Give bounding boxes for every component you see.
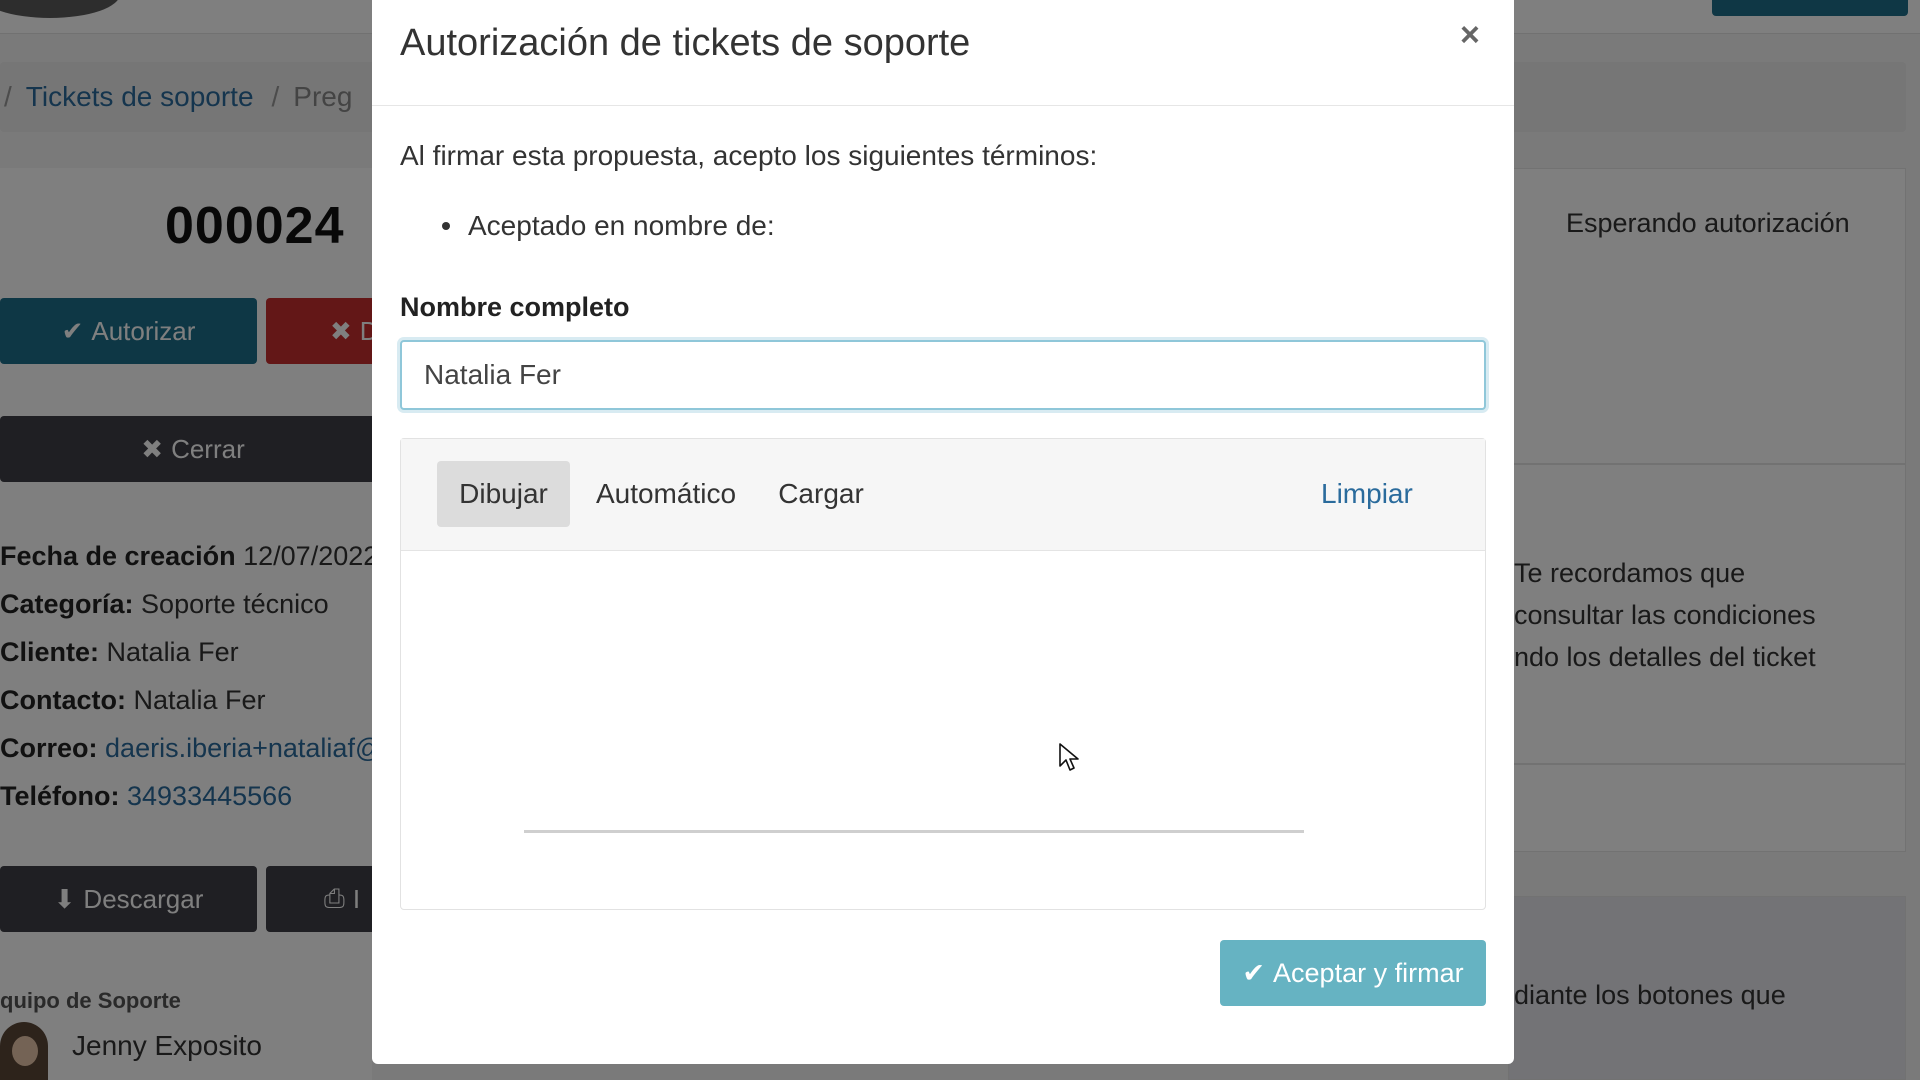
accept-and-sign-button[interactable]: ✔ Aceptar y firmar [1220, 940, 1486, 1006]
check-icon: ✔ [1242, 957, 1266, 988]
tab-upload[interactable]: Cargar [761, 461, 881, 527]
modal-header: Autorización de tickets de soporte × [372, 0, 1514, 106]
mouse-cursor-icon [1059, 743, 1079, 771]
signature-pad: Dibujar Automático Cargar Limpiar [400, 438, 1486, 910]
terms-intro: Al firmar esta propuesta, acepto los sig… [400, 140, 1098, 171]
terms-bullet-text: Aceptado en nombre de: [468, 210, 775, 241]
signature-modal: Autorización de tickets de soporte × Al … [372, 0, 1514, 1064]
full-name-label: Nombre completo [400, 292, 630, 322]
accept-and-sign-label: Aceptar y firmar [1273, 957, 1464, 988]
signature-baseline [524, 830, 1304, 833]
signature-tabs: Dibujar Automático Cargar Limpiar [401, 439, 1485, 551]
close-icon[interactable]: × [1460, 16, 1480, 55]
modal-title: Autorización de tickets de soporte [400, 22, 971, 64]
full-name-input[interactable] [400, 340, 1486, 410]
tab-draw[interactable]: Dibujar [437, 461, 570, 527]
terms-bullet: Aceptado en nombre de: [442, 210, 775, 242]
bullet-icon [442, 222, 450, 230]
clear-signature-link[interactable]: Limpiar [1321, 461, 1413, 527]
signature-canvas[interactable] [401, 552, 1485, 909]
tab-auto[interactable]: Automático [581, 461, 751, 527]
